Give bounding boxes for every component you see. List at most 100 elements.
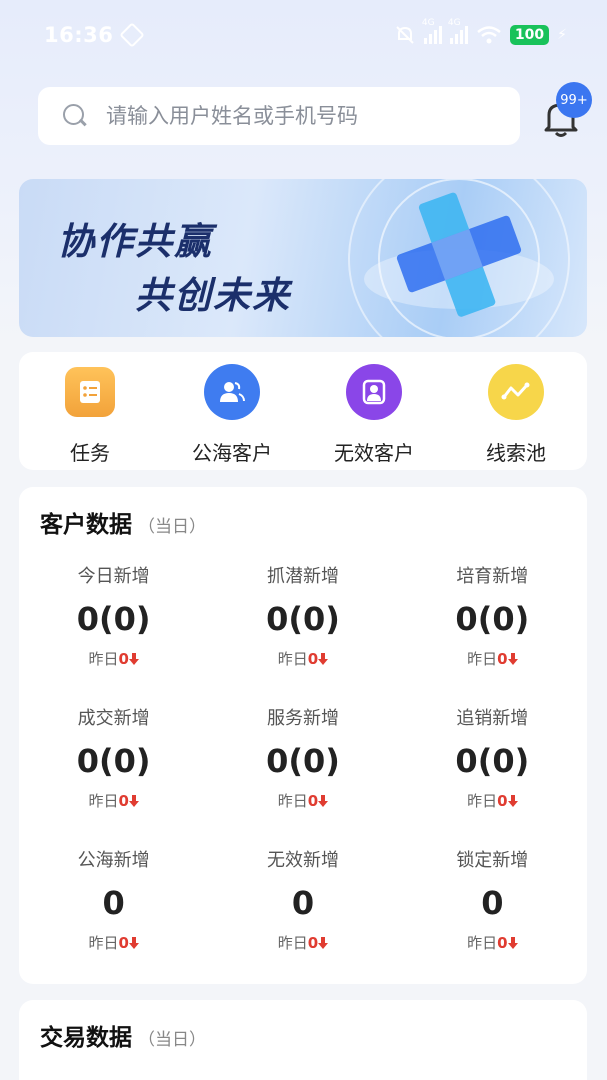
status-icons: 4G 4G 100 ⚡	[394, 18, 567, 46]
stat-label: 服务新增	[266, 708, 339, 729]
nav-invalid-customers-label: 无效客户	[334, 441, 414, 465]
nav-invalid-customers[interactable]: 无效客户	[303, 352, 445, 470]
promo-banner[interactable]: 协作共赢 共创未来	[19, 179, 587, 337]
down-arrow-icon	[318, 937, 329, 949]
trend-line-icon	[488, 364, 544, 420]
nav-task[interactable]: 任务	[19, 352, 161, 470]
stat-value: 0(0)	[266, 742, 340, 780]
nav-leads-pool[interactable]: 线索池	[445, 352, 587, 470]
nav-leads-pool-label: 线索池	[486, 441, 546, 465]
nav-public-customers-label: 公海客户	[192, 441, 272, 465]
stat-cell[interactable]: 公海新增 0 昨日0	[19, 840, 208, 982]
search-bar[interactable]	[38, 87, 520, 145]
stat-cell[interactable]: 培育新增 0(0) 昨日0	[398, 556, 587, 698]
stat-value: 0	[291, 884, 315, 922]
stat-label: 锁定新增	[456, 850, 529, 871]
stat-yesterday: 昨日0	[398, 648, 587, 669]
yesterday-prefix: 昨日	[467, 792, 498, 810]
yesterday-value: 0	[118, 650, 129, 668]
stat-yesterday: 昨日0	[208, 790, 397, 811]
status-time: 16:36	[44, 23, 114, 47]
stat-value: 0(0)	[76, 742, 151, 780]
yesterday-value: 0	[497, 934, 508, 952]
signal-icon: 4G	[422, 18, 442, 44]
yesterday-value: 0	[307, 792, 319, 810]
stat-label: 追销新增	[456, 708, 529, 729]
down-arrow-icon	[507, 653, 518, 665]
trade-data-subtitle: （当日）	[138, 1030, 206, 1050]
stat-label: 公海新增	[77, 850, 150, 871]
task-list-icon	[65, 367, 115, 417]
stat-yesterday: 昨日0	[398, 932, 587, 953]
customer-data-subtitle: （当日）	[138, 517, 206, 537]
stat-yesterday: 昨日0	[398, 790, 587, 811]
down-arrow-icon	[128, 653, 139, 665]
stat-value: 0(0)	[455, 742, 530, 780]
search-icon	[62, 103, 88, 129]
yesterday-prefix: 昨日	[88, 934, 119, 952]
yesterday-prefix: 昨日	[88, 650, 119, 668]
signal-icon-2: 4G	[448, 18, 468, 44]
yesterday-value: 0	[307, 934, 319, 952]
stat-value: 0	[102, 884, 125, 922]
stat-value: 0(0)	[266, 600, 340, 638]
yesterday-prefix: 昨日	[467, 650, 498, 668]
mute-bell-icon	[396, 26, 414, 44]
stat-cell[interactable]: 无效新增 0 昨日0	[208, 840, 397, 982]
banner-line-1: 协作共赢	[57, 220, 213, 263]
battery-indicator: 100	[509, 25, 550, 45]
stat-label: 抓潜新增	[266, 566, 339, 587]
yesterday-value: 0	[307, 650, 319, 668]
trade-data-title: 交易数据 （当日）	[40, 1025, 206, 1051]
stat-yesterday: 昨日0	[208, 932, 397, 953]
stat-label: 无效新增	[266, 850, 339, 871]
down-arrow-icon	[128, 937, 139, 949]
stat-yesterday: 昨日0	[19, 932, 208, 953]
yesterday-prefix: 昨日	[277, 650, 308, 668]
wifi-icon	[477, 26, 501, 44]
nav-task-label: 任务	[70, 441, 110, 465]
down-arrow-icon	[507, 937, 518, 949]
yesterday-prefix: 昨日	[467, 934, 498, 952]
yesterday-value: 0	[118, 934, 129, 952]
stat-yesterday: 昨日0	[19, 648, 208, 669]
banner-line-2: 共创未来	[135, 274, 291, 317]
search-input[interactable]	[106, 104, 486, 128]
down-arrow-icon	[507, 795, 518, 807]
trade-data-card: 交易数据 （当日）	[19, 1000, 587, 1080]
customer-stats-grid: 今日新增 0(0) 昨日0 抓潜新增 0(0) 昨日0 培育新增 0(0) 昨日0 成交新增 0(0…	[19, 556, 587, 982]
stat-label: 今日新增	[77, 566, 150, 587]
stat-cell[interactable]: 锁定新增 0 昨日0	[398, 840, 587, 982]
stat-value: 0	[481, 884, 504, 922]
stat-cell[interactable]: 成交新增 0(0) 昨日0	[19, 698, 208, 840]
charging-icon: ⚡	[557, 27, 567, 43]
status-bar: 16:36 4G 4G 100 ⚡	[0, 0, 607, 70]
stat-cell[interactable]: 服务新增 0(0) 昨日0	[208, 698, 397, 840]
quick-nav: 任务 公海客户 无效客户 线索池	[19, 352, 587, 470]
yesterday-value: 0	[497, 792, 508, 810]
stat-yesterday: 昨日0	[19, 790, 208, 811]
yesterday-prefix: 昨日	[277, 792, 308, 810]
location-diamond-icon	[119, 22, 146, 48]
down-arrow-icon	[128, 795, 139, 807]
notification-badge: 99+	[556, 82, 592, 118]
yesterday-prefix: 昨日	[277, 934, 308, 952]
stat-label: 成交新增	[77, 708, 150, 729]
down-arrow-icon	[318, 795, 329, 807]
stat-yesterday: 昨日0	[208, 648, 397, 669]
stat-label: 培育新增	[456, 566, 529, 587]
customer-data-title: 客户数据 （当日）	[40, 512, 206, 538]
stat-value: 0(0)	[455, 600, 530, 638]
customer-data-card: 客户数据 （当日） 今日新增 0(0) 昨日0 抓潜新增 0(0) 昨日0 培育新增 0(0) 昨…	[19, 487, 587, 984]
banner-plus-artwork	[348, 179, 570, 337]
stat-cell[interactable]: 今日新增 0(0) 昨日0	[19, 556, 208, 698]
nav-public-customers[interactable]: 公海客户	[161, 352, 303, 470]
yesterday-prefix: 昨日	[88, 792, 119, 810]
person-frame-icon	[346, 364, 402, 420]
yesterday-value: 0	[118, 792, 129, 810]
yesterday-value: 0	[497, 650, 508, 668]
users-icon	[204, 364, 260, 420]
down-arrow-icon	[318, 653, 329, 665]
stat-cell[interactable]: 追销新增 0(0) 昨日0	[398, 698, 587, 840]
stat-cell[interactable]: 抓潜新增 0(0) 昨日0	[208, 556, 397, 698]
